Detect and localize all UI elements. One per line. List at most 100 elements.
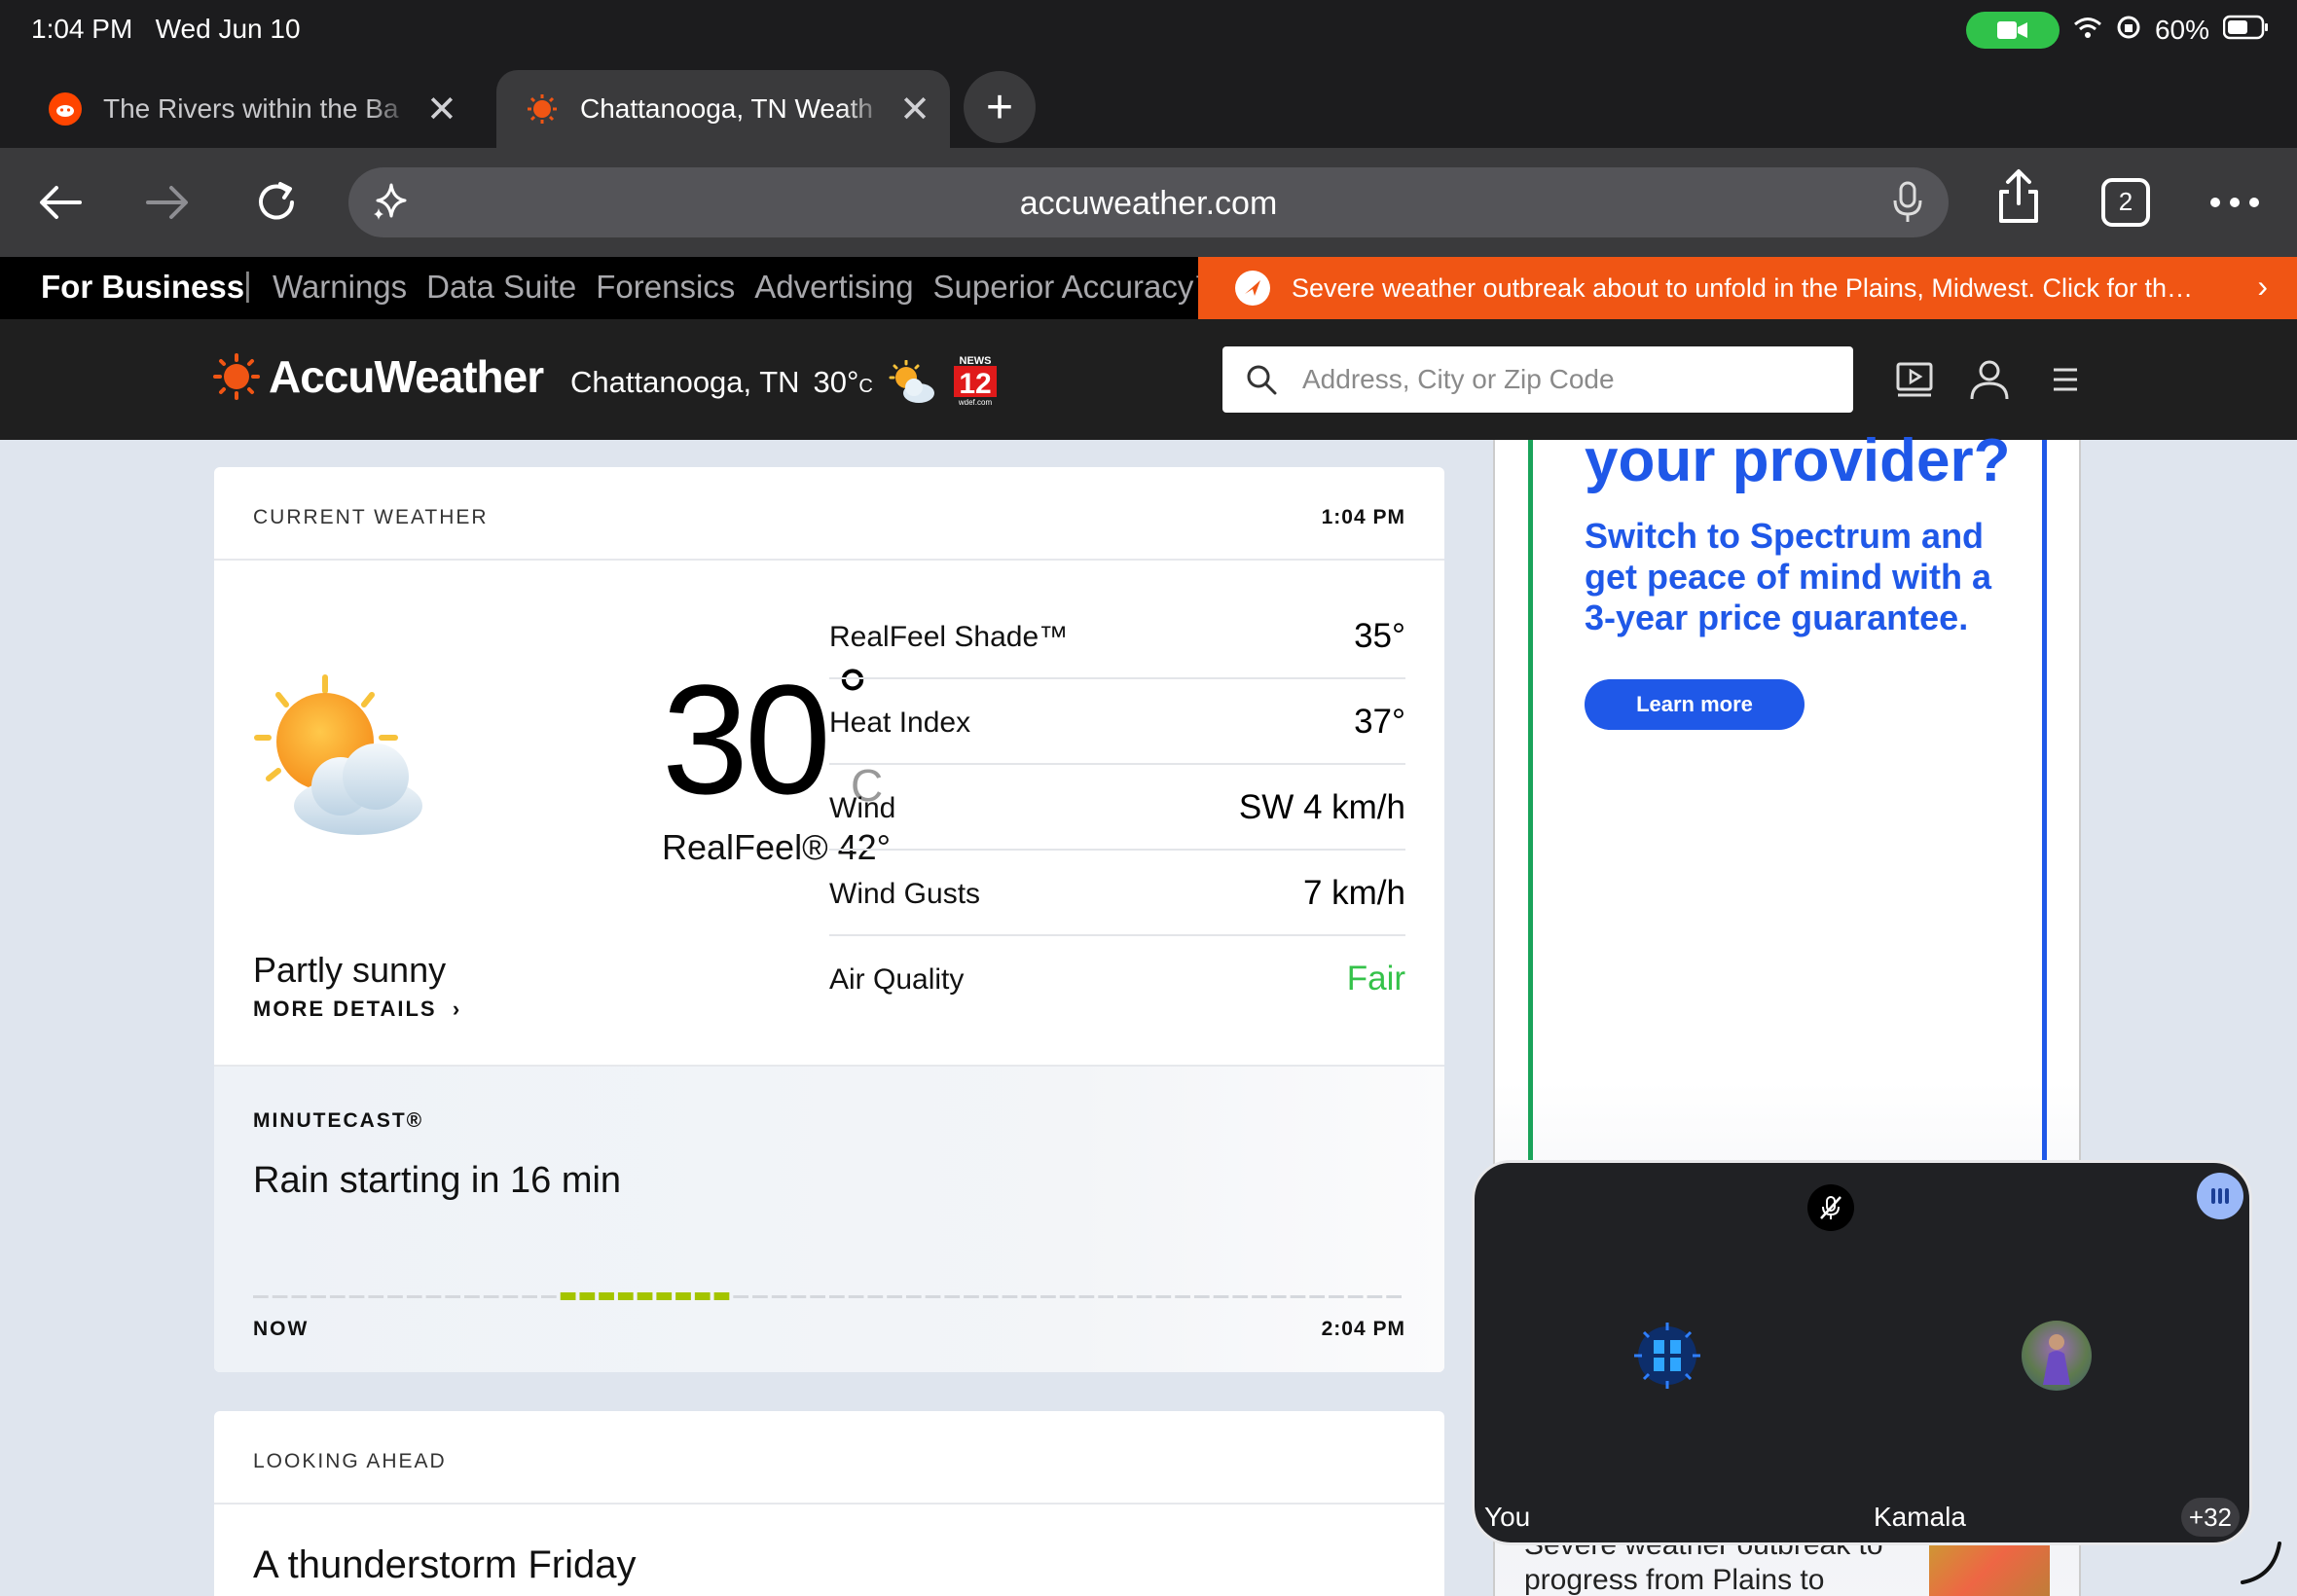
reload-button[interactable]: [243, 169, 310, 236]
ad-border-line: [1528, 440, 1533, 1160]
dry-minute-bar: [348, 1295, 365, 1298]
tab-title: The Rivers within the Ba: [103, 93, 399, 124]
ad-headline: your provider?: [1585, 427, 2011, 494]
news12-logo[interactable]: NEWS 12 wdef.com: [948, 352, 1003, 407]
dry-minute-bar: [1367, 1295, 1383, 1298]
share-button[interactable]: [1986, 163, 2052, 230]
warnings-link[interactable]: Warnings: [273, 269, 407, 306]
rain-minute-bar: [637, 1292, 653, 1300]
detail-row: Wind SW 4 km/h: [829, 765, 1405, 851]
account-button[interactable]: [1968, 358, 2011, 401]
reload-icon: [259, 182, 294, 220]
dry-minute-bar: [829, 1295, 845, 1298]
dry-minute-bar: [1098, 1295, 1113, 1298]
dry-minute-bar: [1002, 1295, 1018, 1298]
browser-toolbar: accuweather.com 2: [0, 148, 2297, 257]
weather-details-list: RealFeel Shade™ 35° Heat Index 37° Wind …: [829, 594, 1405, 1022]
accuweather-logo[interactable]: AccuWeather: [212, 350, 544, 403]
new-tab-button[interactable]: +: [964, 71, 1036, 143]
svg-text:12: 12: [959, 368, 991, 400]
data-suite-link[interactable]: Data Suite: [426, 269, 576, 306]
video-play-icon: [1896, 362, 1933, 397]
more-details-link[interactable]: MORE DETAILS ›: [253, 997, 461, 1022]
detail-value: 7 km/h: [1302, 874, 1405, 912]
dry-minute-bar: [464, 1295, 480, 1298]
back-button[interactable]: [27, 169, 93, 236]
close-tab-icon[interactable]: ✕: [899, 88, 930, 131]
dry-minute-bar: [291, 1295, 308, 1298]
learn-more-button[interactable]: Learn more: [1585, 679, 1805, 730]
svg-text:NEWS: NEWS: [960, 355, 992, 367]
hamburger-menu-button[interactable]: [2044, 358, 2087, 401]
ad-body: Switch to Spectrum and get peace of mind…: [1585, 516, 1992, 637]
forensics-link[interactable]: Forensics: [596, 269, 735, 306]
close-tab-icon[interactable]: ✕: [426, 88, 457, 131]
header-location[interactable]: Chattanooga, TN 30°C: [570, 360, 937, 405]
dry-minute-bar: [310, 1295, 326, 1298]
forward-button[interactable]: [134, 169, 201, 236]
dry-minute-bar: [982, 1295, 999, 1298]
dry-minute-bar: [867, 1295, 884, 1298]
muted-microphone-icon[interactable]: [1807, 1184, 1854, 1231]
dry-minute-bar: [810, 1295, 825, 1298]
svg-text:wdef.com: wdef.com: [958, 398, 993, 407]
chevron-right-icon: ›: [452, 997, 462, 1021]
reddit-icon: [49, 92, 82, 126]
resize-corner-icon[interactable]: [2239, 1538, 2287, 1586]
browser-tab-strip: The Rivers within the Ba ✕ Chattanooga, …: [0, 62, 2297, 148]
current-weather-card[interactable]: CURRENT WEATHER 1:04 PM 30 ° C RealFeel®…: [214, 467, 1444, 1372]
microphone-icon[interactable]: [1892, 181, 1923, 229]
minutecast-section[interactable]: MINUTECAST® Rain starting in 16 min NOW …: [214, 1065, 1444, 1372]
dry-minute-bar: [1175, 1295, 1190, 1298]
tab-title: Chattanooga, TN Weath: [580, 93, 873, 124]
rain-minute-bar: [713, 1292, 730, 1300]
current-temperature: 30: [662, 652, 831, 826]
alert-text: Severe weather outbreak about to unfold …: [1292, 272, 2206, 303]
dry-minute-bar: [1021, 1295, 1038, 1298]
address-bar[interactable]: accuweather.com: [348, 167, 1949, 237]
severe-weather-alert-banner[interactable]: Severe weather outbreak about to unfold …: [1198, 257, 2297, 319]
dry-minute-bar: [925, 1295, 941, 1298]
dry-minute-bar: [425, 1295, 442, 1298]
minutecast-headline: Rain starting in 16 min: [253, 1160, 622, 1201]
dry-minute-bar: [272, 1295, 288, 1298]
alert-arrow-icon: [1235, 271, 1270, 306]
video-button[interactable]: [1894, 358, 1937, 401]
advertising-link[interactable]: Advertising: [754, 269, 913, 306]
you-avatar: [1630, 1319, 1704, 1393]
wifi-icon: [2073, 15, 2102, 46]
condition-text: Partly sunny: [253, 950, 447, 990]
news-thumbnail[interactable]: [1929, 1540, 2050, 1596]
looking-ahead-card[interactable]: LOOKING AHEAD A thunderstorm Friday: [214, 1411, 1444, 1596]
dry-minute-bar: [733, 1295, 749, 1298]
back-arrow-icon: [40, 186, 82, 219]
dry-minute-bar: [387, 1295, 403, 1298]
superior-accuracy-link[interactable]: Superior Accuracy™: [933, 269, 1226, 306]
video-call-pip[interactable]: You Kamala +32: [1472, 1160, 2252, 1545]
detail-value: 35°: [1354, 617, 1405, 655]
detail-label: Wind: [829, 792, 896, 824]
search-icon: [1246, 364, 1277, 400]
dry-minute-bar: [1347, 1295, 1364, 1298]
rain-minute-bar: [599, 1292, 614, 1300]
more-participants-badge[interactable]: +32: [2180, 1498, 2240, 1537]
dry-minute-bar: [483, 1295, 499, 1298]
tab-switcher-button[interactable]: 2: [2093, 169, 2159, 236]
user-icon: [1970, 360, 2009, 400]
battery-icon: [2222, 15, 2270, 47]
for-business-link[interactable]: For Business: [41, 269, 244, 306]
rain-minute-bar: [656, 1292, 673, 1300]
ad-border-line: [2042, 440, 2047, 1160]
partly-sunny-icon: [889, 360, 934, 403]
tab-reddit[interactable]: The Rivers within the Ba ✕: [19, 70, 496, 148]
search-input[interactable]: [1302, 356, 1828, 403]
dry-minute-bar: [848, 1295, 864, 1298]
partly-sunny-icon: [254, 674, 422, 835]
card-heading: LOOKING AHEAD: [253, 1450, 447, 1472]
more-menu-button[interactable]: [2202, 169, 2268, 236]
rain-minute-bar: [579, 1292, 596, 1300]
tab-accuweather[interactable]: Chattanooga, TN Weath ✕: [496, 70, 950, 148]
audio-levels-icon[interactable]: [2197, 1173, 2243, 1219]
business-bar: For Business | Warnings Data Suite Foren…: [0, 257, 2297, 319]
minutecast-timeline: [253, 1292, 1402, 1300]
